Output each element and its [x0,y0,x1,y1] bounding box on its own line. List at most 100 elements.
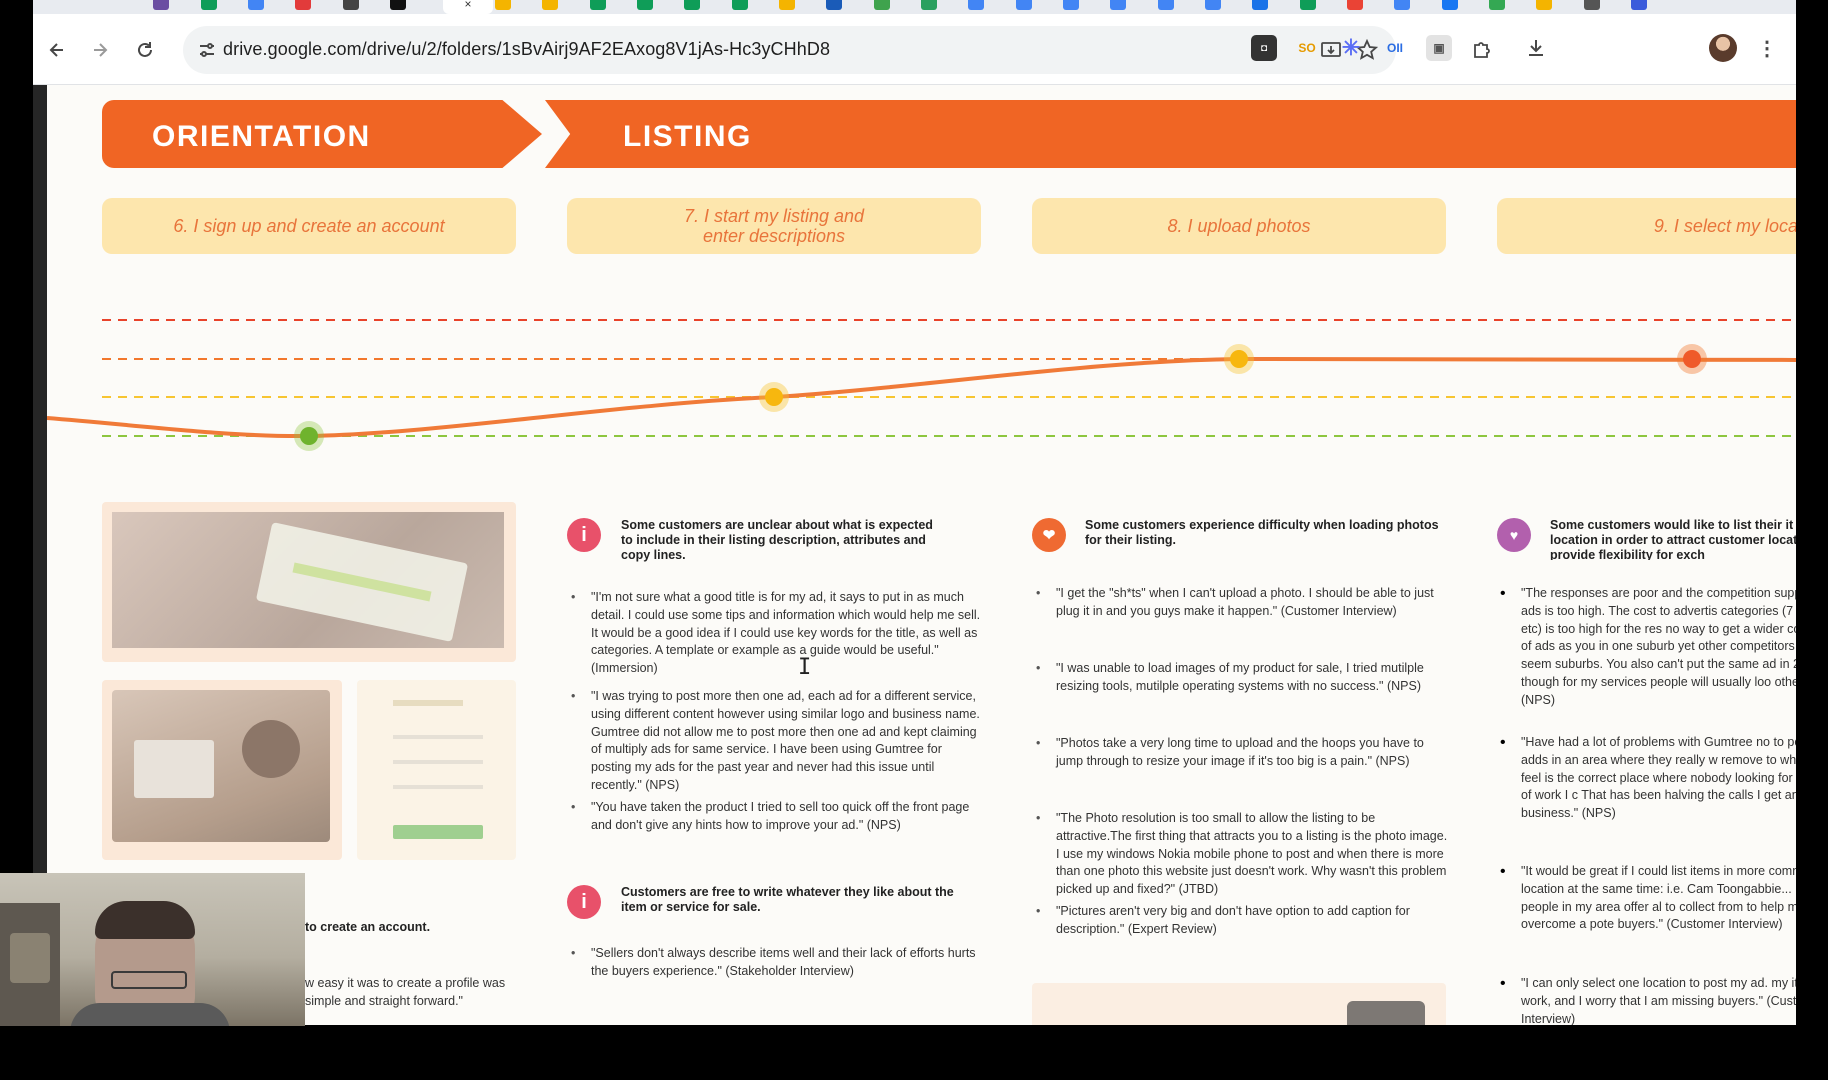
tab-favicon[interactable] [921,0,937,10]
tab-favicon[interactable] [590,0,606,10]
section-title: ORIENTATION [152,120,371,153]
customer-quote: "I get the "sh*ts" when I can't upload a… [1036,585,1450,621]
tab-favicon[interactable] [1347,0,1363,10]
downloads-icon[interactable] [1523,35,1549,61]
tab-favicon[interactable] [295,0,311,10]
tab-favicon[interactable] [153,0,169,10]
back-button[interactable] [41,34,73,66]
customer-quote: "I was unable to load images of my produ… [1036,660,1450,696]
url-text[interactable]: drive.google.com/drive/u/2/folders/1sBvA… [223,39,830,60]
text-cursor-icon: I [798,655,812,680]
extension-grammar-icon[interactable]: ◘ [1251,35,1277,61]
address-bar[interactable]: drive.google.com/drive/u/2/folders/1sBvA… [183,26,1396,74]
reload-button[interactable] [129,34,161,66]
form-mockup-photo [357,680,516,860]
step-card: 6. I sign up and create an account [102,198,516,254]
tab-favicon[interactable] [1110,0,1126,10]
tab-favicon[interactable] [1584,0,1600,10]
site-settings-icon[interactable] [197,40,217,60]
customer-quote: "The Photo resolution is too small to al… [1036,810,1450,899]
bullets: • • • • [1500,585,1506,992]
profile-avatar[interactable] [1709,34,1737,62]
quotes-clip: "The responses are poor and the competit… [1521,585,1796,1025]
tab-favicon[interactable] [1300,0,1316,10]
customer-quote: w easy it was to create a profile was si… [285,975,515,1011]
section-title: LISTING [623,120,752,153]
tab-favicon[interactable] [1016,0,1032,10]
customer-quote: "Photos take a very long time to upload … [1036,735,1450,771]
starburst-extension-icon[interactable]: ✳ [1338,35,1364,61]
tab-favicon[interactable] [684,0,700,10]
customer-quote: "The responses are poor and the competit… [1521,585,1796,710]
tab-favicon[interactable] [1394,0,1410,10]
tab-favicon[interactable] [343,0,359,10]
emotion-point [300,427,318,445]
tab-strip: × [33,0,1796,14]
tab-favicon[interactable] [874,0,890,10]
tab-favicon[interactable] [1205,0,1221,10]
pain-point-title: to create an account. [305,920,431,934]
customer-quote: "Sellers don't always describe items wel… [571,945,985,981]
menu-kebab-icon[interactable]: ⋮ [1754,35,1780,61]
webcam-video-overlay [0,873,305,1026]
extension-badge-icon[interactable]: ▣ [1426,35,1452,61]
tab-favicon[interactable] [201,0,217,10]
tab-favicon[interactable] [1442,0,1458,10]
step-card: 8. I upload photos [1032,198,1446,254]
step-label: 7. I start my listing and enter descript… [683,206,865,246]
tab-favicon[interactable] [1063,0,1079,10]
tab-favicon[interactable] [248,0,264,10]
tab-favicon[interactable] [1489,0,1505,10]
browser-toolbar: drive.google.com/drive/u/2/folders/1sBvA… [33,14,1796,85]
journey-map-document: ORIENTATION LISTING 6. I sign up and cre… [47,85,1796,1025]
extensions-puzzle-icon[interactable] [1469,35,1495,61]
customer-quote: "It would be great if I could list items… [1521,863,1796,934]
tab-favicon[interactable] [1252,0,1268,10]
customer-quote: "I'm not sure what a good title is for m… [571,589,985,678]
step-label: 8. I upload photos [1167,216,1311,236]
emotion-point [1683,350,1701,368]
so-extension-icon[interactable]: SO [1294,35,1320,61]
screenshot-thumbnail [1032,983,1446,1025]
step-card: 7. I start my listing and enter descript… [567,198,981,254]
tab-favicon[interactable] [1536,0,1552,10]
tab-favicon[interactable] [637,0,653,10]
customer-quote: "You have taken the product I tried to s… [571,799,985,835]
tab-favicon[interactable] [1158,0,1174,10]
pain-point-title: Customers are free to write whatever the… [621,885,954,914]
info-icon: i [567,885,601,919]
emotion-point [1230,350,1248,368]
step-label: 6. I sign up and create an account [173,216,445,236]
step-card: 9. I select my location [1497,198,1796,254]
reload-icon [138,42,152,57]
tab-favicon[interactable] [779,0,795,10]
section-banner-listing: LISTING [545,100,1796,168]
forward-arrow-icon [94,43,108,57]
tab-favicon[interactable] [732,0,748,10]
tab-favicon[interactable] [1631,0,1647,10]
info-icon: i [567,518,601,552]
tab-favicon[interactable] [826,0,842,10]
customer-laptop-photo [102,680,342,860]
customer-quote: "I can only select one location to post … [1521,975,1796,1025]
pain-point-title: Some customers are unclear about what is… [621,518,933,562]
oll-extension-icon[interactable]: OII [1382,35,1408,61]
tab-favicon[interactable] [542,0,558,10]
heart-icon: ♥ [1497,518,1531,552]
back-arrow-icon [49,43,63,57]
emotion-journey-graph [47,319,1796,451]
active-tab-close[interactable]: × [443,0,493,14]
tab-favicon[interactable] [390,0,406,10]
forward-button[interactable] [84,34,116,66]
tab-favicon[interactable] [968,0,984,10]
section-banner-orientation: ORIENTATION [102,100,542,168]
screenshot-tablet-photo [102,502,516,662]
pain-point-title: Some customers would like to list their … [1550,518,1796,560]
emotion-point [765,388,783,406]
pain-point-title: Some customers experience difficulty whe… [1085,518,1439,547]
customer-quote: "Have had a lot of problems with Gumtree… [1521,734,1796,823]
customer-quote: "Pictures aren't very big and don't have… [1036,903,1450,939]
step-label: 9. I select my location [1653,216,1796,236]
tab-favicon[interactable] [495,0,511,10]
customer-quote: "I was trying to post more then one ad, … [571,688,985,795]
